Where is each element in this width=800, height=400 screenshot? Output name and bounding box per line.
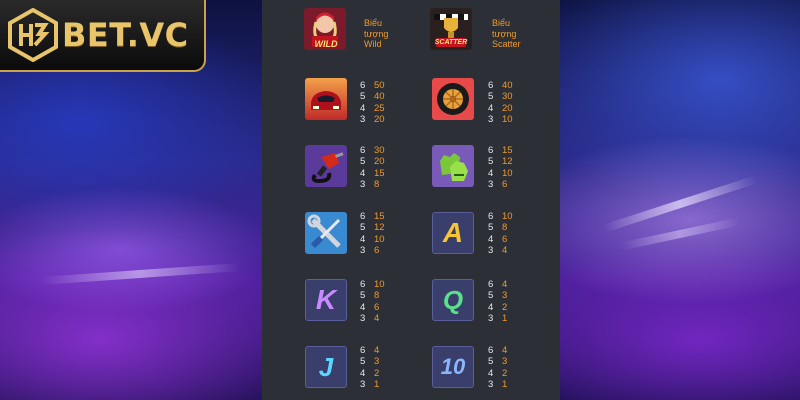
payout-letter-j: 64 53 42 31 bbox=[360, 345, 380, 390]
payout-letter-a: 6 10 58 46 34 bbox=[488, 211, 513, 256]
payout-wrench-screwdriver: 6 15 5 12 4 10 36 bbox=[360, 211, 385, 256]
racing-gloves-icon bbox=[432, 145, 474, 187]
logo-text: BET.VC bbox=[62, 16, 189, 54]
letter-j-icon: J bbox=[305, 346, 347, 388]
letter-q: Q bbox=[442, 285, 464, 315]
payout-racing-gloves: 6 15 5 12 4 10 36 bbox=[488, 145, 513, 190]
h3-monogram-icon bbox=[6, 7, 60, 63]
scatter-label: Biểu tượng Scatter bbox=[492, 18, 521, 49]
site-logo[interactable]: BET.VC bbox=[0, 0, 206, 72]
letter-a-icon: A bbox=[432, 212, 474, 254]
payout-red-race-car: 6 50 5 40 4 25 3 20 bbox=[360, 80, 385, 125]
fuel-nozzle-icon bbox=[305, 145, 347, 187]
paytable-panel bbox=[262, 0, 560, 400]
letter-k: K bbox=[315, 284, 337, 315]
letter-k-icon: K bbox=[305, 279, 347, 321]
wild-badge: WILD bbox=[314, 39, 338, 49]
payout-number-10: 64 53 42 31 bbox=[488, 345, 508, 390]
number-10-icon: 10 bbox=[432, 346, 474, 388]
racing-tire-icon bbox=[432, 78, 474, 120]
wrench-screwdriver-icon bbox=[305, 212, 347, 254]
letter-j: J bbox=[318, 352, 334, 382]
number-10: 10 bbox=[440, 354, 466, 379]
payout-fuel-nozzle: 6 30 5 20 4 15 38 bbox=[360, 145, 385, 190]
letter-a: A bbox=[442, 217, 464, 248]
scatter-badge: SCATTER bbox=[434, 39, 468, 46]
red-race-car-icon bbox=[305, 78, 347, 120]
wild-label: Biểu tượng Wild bbox=[364, 18, 389, 49]
payout-letter-k: 6 10 58 46 34 bbox=[360, 279, 385, 324]
payout-racing-tire: 6 40 5 30 4 20 3 10 bbox=[488, 80, 513, 125]
letter-q-icon: Q bbox=[432, 279, 474, 321]
payout-letter-q: 64 53 42 31 bbox=[488, 279, 508, 324]
